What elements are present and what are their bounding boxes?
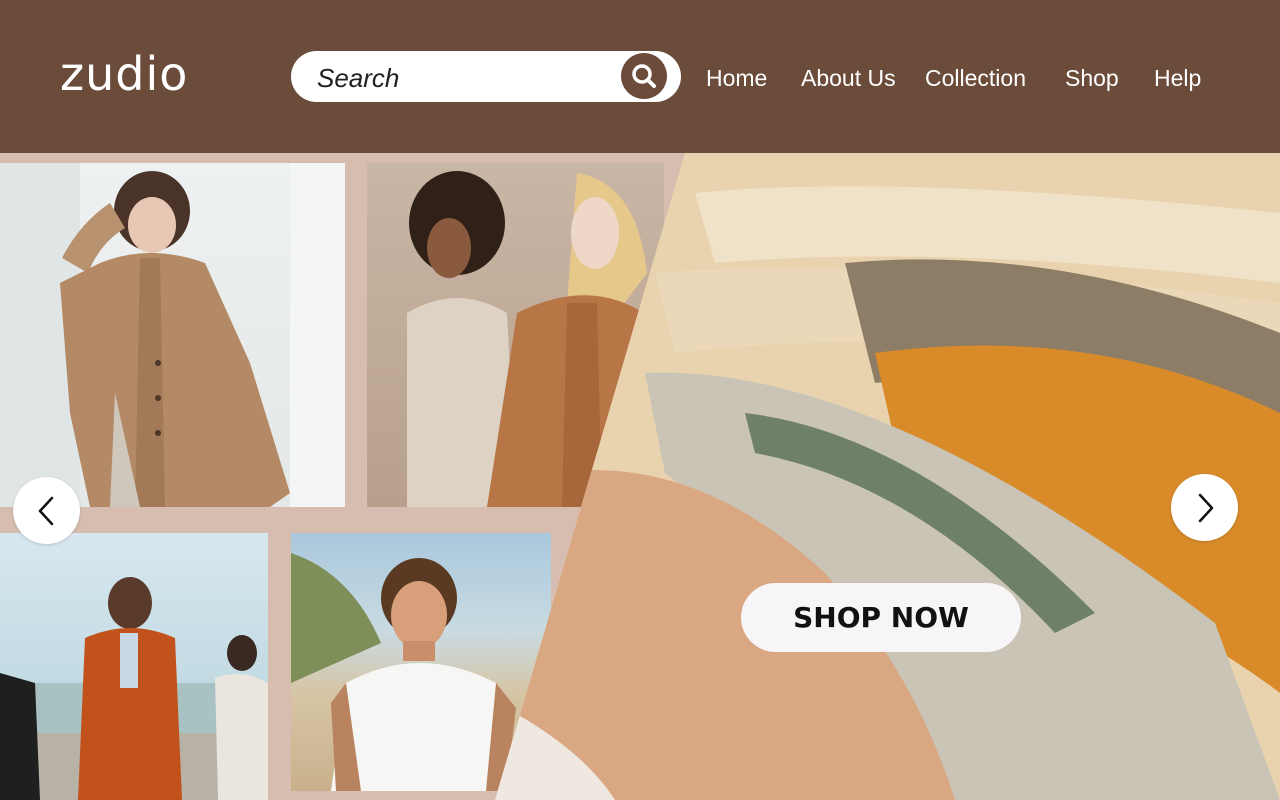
nav-collection[interactable]: Collection [925,62,1026,94]
nav-shop[interactable]: Shop [1065,62,1119,94]
search-icon [632,64,656,88]
carousel-prev-button[interactable] [13,477,80,544]
site-header: zudio Home About Us Collection Shop Help [0,0,1280,153]
carousel-next-button[interactable] [1171,474,1238,541]
photo-group-beach [0,533,268,800]
brand-logo[interactable]: zudio [60,44,188,104]
photo-trench-coat-woman [0,163,345,507]
search-button[interactable] [621,53,667,99]
nav-home[interactable]: Home [706,62,767,94]
search-bar [291,51,681,102]
chevron-left-icon [38,496,53,525]
hero-banner: SHOP NOW [0,153,1280,800]
shop-now-button[interactable]: SHOP NOW [741,583,1021,652]
search-input[interactable] [315,59,619,97]
chevron-right-icon [1198,493,1213,522]
nav-help[interactable]: Help [1154,62,1201,94]
nav-about-us[interactable]: About Us [801,62,896,94]
